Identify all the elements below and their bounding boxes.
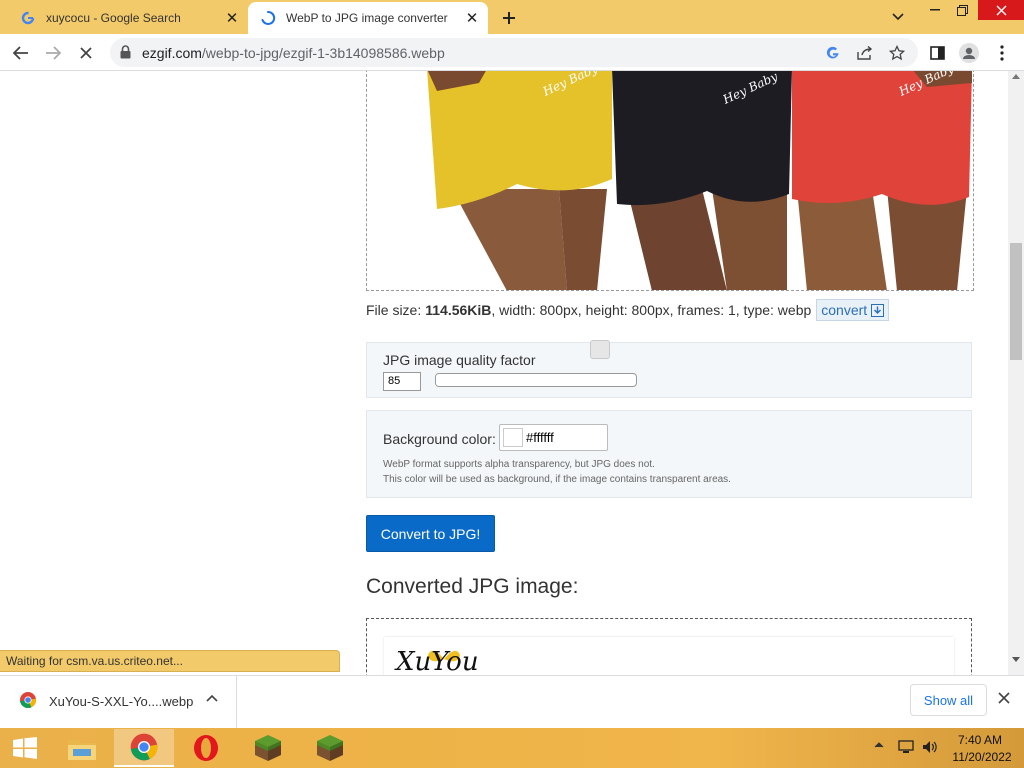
taskbar: 7:40 AM 11/20/2022: [0, 728, 1024, 768]
quality-label: JPG image quality factor: [383, 352, 536, 368]
window-close-icon[interactable]: [978, 0, 1024, 20]
scroll-down-arrow-icon[interactable]: [1012, 657, 1020, 663]
download-arrow-icon: [871, 303, 885, 317]
background-color-label: Background color:: [383, 431, 496, 447]
color-value: #ffffff: [526, 430, 554, 445]
status-bubble: Waiting for csm.va.us.criteo.net...: [0, 650, 340, 672]
file-explorer-icon[interactable]: [52, 729, 112, 767]
chrome-icon[interactable]: [114, 729, 174, 767]
url-text[interactable]: ezgif.com/webp-to-jpg/ezgif-1-3b14098586…: [142, 45, 445, 61]
page-scrollbar[interactable]: [1008, 71, 1024, 675]
page-content: Hey Baby Hey Baby Hey Baby File size: 11…: [0, 71, 1008, 675]
network-icon[interactable]: [898, 740, 914, 754]
file-info-line: File size: 114.56KiB , width: 800px, hei…: [366, 299, 890, 321]
quality-slider-fill: [436, 374, 606, 386]
minecraft-icon[interactable]: [238, 729, 298, 767]
tab-title: WebP to JPG image converter: [286, 11, 448, 25]
color-swatch[interactable]: [503, 428, 523, 447]
stop-loading-icon[interactable]: [75, 42, 97, 64]
alpha-note: WebP format supports alpha transparency,…: [383, 459, 655, 470]
minecraft-icon[interactable]: [300, 729, 360, 767]
download-item[interactable]: XuYou-S-XXL-Yo....webp: [0, 676, 237, 729]
file-info-details: , width: 800px, height: 800px, frames: 1…: [491, 302, 812, 318]
quality-slider-handle[interactable]: [589, 340, 610, 359]
lock-icon[interactable]: [120, 45, 131, 59]
chrome-file-icon: [19, 691, 37, 709]
google-g-icon: [20, 10, 36, 26]
back-arrow-icon[interactable]: [10, 42, 32, 64]
tab-webp-converter[interactable]: WebP to JPG image converter ✕: [248, 2, 488, 34]
minimize-icon[interactable]: [920, 0, 950, 20]
loading-spinner-icon: [260, 10, 276, 26]
restore-icon[interactable]: [947, 0, 977, 20]
quality-input[interactable]: 85: [383, 372, 421, 391]
close-download-bar-icon[interactable]: [998, 692, 1010, 704]
clock-time[interactable]: 7:40 AM: [956, 733, 1004, 747]
side-panel-icon[interactable]: [926, 42, 948, 64]
tab-google-search[interactable]: xuycocu - Google Search ✕: [8, 2, 248, 34]
source-image-preview[interactable]: Hey Baby Hey Baby Hey Baby: [366, 71, 974, 291]
tray-chevron-up-icon[interactable]: [874, 740, 884, 750]
close-tab-icon[interactable]: ✕: [222, 8, 242, 28]
download-filename: XuYou-S-XXL-Yo....webp: [49, 694, 194, 709]
profile-avatar-icon[interactable]: [958, 42, 980, 64]
converted-heading: Converted JPG image:: [366, 575, 579, 598]
start-icon[interactable]: [0, 729, 50, 767]
converted-image-box: XuYou: [366, 618, 972, 675]
google-lens-g-icon[interactable]: [822, 42, 844, 64]
product-photo-shorts: [427, 71, 972, 290]
share-icon[interactable]: [854, 42, 876, 64]
download-bar: XuYou-S-XXL-Yo....webp Show all: [0, 675, 1024, 729]
chevron-up-icon[interactable]: [206, 694, 218, 702]
file-info-prefix: File size:: [366, 302, 422, 318]
close-tab-icon[interactable]: ✕: [462, 8, 482, 28]
brand-logo-text: XuYou: [396, 647, 479, 675]
browser-toolbar: ezgif.com/webp-to-jpg/ezgif-1-3b14098586…: [0, 34, 1024, 71]
file-size-value: 114.56KiB: [425, 302, 492, 318]
background-note: This color will be used as background, i…: [383, 474, 731, 485]
convert-label: convert: [821, 302, 868, 318]
background-color-input[interactable]: #ffffff: [499, 424, 608, 451]
convert-dropdown-button[interactable]: convert: [816, 299, 890, 321]
tab-strip: xuycocu - Google Search ✕ WebP to JPG im…: [0, 0, 1024, 34]
quality-panel: JPG image quality factor 85: [366, 340, 972, 398]
background-color-panel: Background color: #ffffff WebP format su…: [366, 410, 972, 498]
url-path: /webp-to-jpg/ezgif-1-3b14098586.webp: [201, 45, 445, 61]
url-domain: ezgif.com: [142, 45, 202, 61]
converted-image[interactable]: XuYou: [384, 637, 954, 675]
convert-to-jpg-button[interactable]: Convert to JPG!: [366, 515, 495, 552]
address-bar[interactable]: ezgif.com/webp-to-jpg/ezgif-1-3b14098586…: [110, 38, 918, 67]
tab-search-chevron-icon[interactable]: [888, 7, 908, 27]
volume-icon[interactable]: [922, 740, 938, 754]
menu-kebab-icon[interactable]: [991, 42, 1013, 64]
show-all-button[interactable]: Show all: [910, 684, 987, 716]
new-tab-icon[interactable]: [499, 8, 519, 28]
clock-date[interactable]: 11/20/2022: [950, 750, 1014, 764]
scroll-up-arrow-icon[interactable]: [1012, 73, 1020, 79]
bookmark-star-icon[interactable]: [886, 42, 908, 64]
tab-title: xuycocu - Google Search: [46, 11, 181, 25]
opera-icon[interactable]: [176, 729, 236, 767]
scroll-thumb[interactable]: [1010, 243, 1022, 360]
forward-arrow-icon[interactable]: [42, 42, 64, 64]
quality-slider[interactable]: [435, 373, 637, 387]
